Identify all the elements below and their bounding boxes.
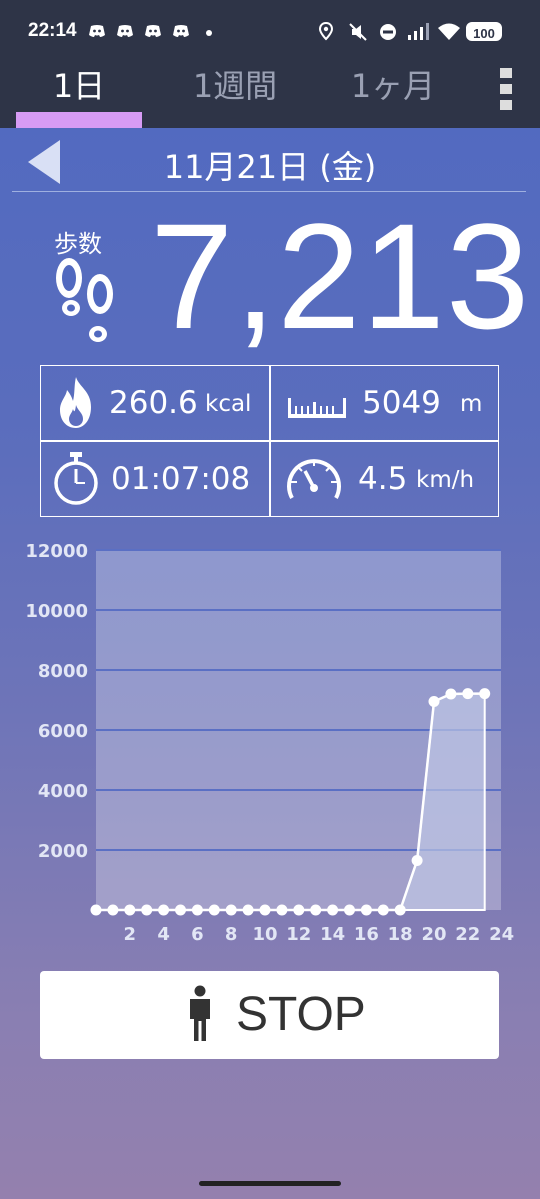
steps-label: 歩数 xyxy=(54,230,102,258)
chart-data-point xyxy=(445,688,457,700)
chart-data-point xyxy=(462,688,474,700)
speed-unit: km/h xyxy=(416,467,475,493)
tab-month[interactable]: 1ヶ月 xyxy=(328,66,458,124)
y-tick-label: 2000 xyxy=(38,841,88,862)
chart-data-point xyxy=(141,904,153,916)
chart-data-point xyxy=(208,904,220,916)
current-date: 11月21日 (金) xyxy=(163,148,377,186)
status-bar: 22:14 100 xyxy=(0,0,540,64)
duration-stat: 01:07:08 xyxy=(41,442,269,516)
chart-data-point xyxy=(225,904,237,916)
speedometer-icon xyxy=(287,459,341,499)
stats-grid: 260.6 kcal 5049 m 01:07:08 4.5 km/h xyxy=(40,365,499,517)
distance-value: 5049 xyxy=(362,385,441,421)
stop-button[interactable]: STOP xyxy=(40,971,499,1059)
x-tick-label: 10 xyxy=(252,924,277,945)
distance-stat: 5049 m xyxy=(270,366,498,440)
signal-icon xyxy=(408,23,429,40)
hourly-steps-chart: 120001000080006000400020002 4 6 8 10 12 14 16 18… xyxy=(25,541,514,945)
y-tick-label: 8000 xyxy=(38,661,88,682)
steps-value: 7,213 xyxy=(150,192,531,360)
chart-data-point xyxy=(107,904,119,916)
discord-icon xyxy=(117,25,133,37)
x-tick-label: 16 xyxy=(354,924,379,945)
x-tick-label: 12 xyxy=(286,924,311,945)
calories-unit: kcal xyxy=(205,391,252,417)
calories-stat: 260.6 kcal xyxy=(41,366,269,440)
overflow-menu-icon[interactable] xyxy=(496,64,520,124)
x-tick-label: 20 xyxy=(421,924,446,945)
chart-data-point xyxy=(344,904,355,916)
mute-vibrate-icon xyxy=(349,23,367,41)
ruler-icon xyxy=(288,398,346,418)
x-tick-label: 4 xyxy=(157,924,170,945)
tab-week[interactable]: 1週間 xyxy=(170,66,300,124)
chart-data-point xyxy=(293,904,305,916)
wifi-icon xyxy=(438,23,460,40)
location-icon xyxy=(318,21,334,41)
more-notifications-dot xyxy=(206,30,212,36)
footprints-icon xyxy=(56,258,113,342)
x-tick-label: 18 xyxy=(388,924,413,945)
y-tick-label: 10000 xyxy=(25,601,88,622)
speed-value: 4.5 xyxy=(358,461,408,497)
home-indicator xyxy=(199,1181,341,1186)
chart-data-point xyxy=(191,904,203,916)
stop-button-label: STOP xyxy=(236,988,366,1041)
chart-data-point xyxy=(479,688,491,700)
status-time: 22:14 xyxy=(28,20,77,41)
chart-data-point xyxy=(310,904,322,916)
battery-indicator: 100 xyxy=(466,22,502,41)
chart-data-point xyxy=(428,696,440,707)
chart-data-point xyxy=(327,904,339,916)
y-tick-label: 6000 xyxy=(38,721,88,742)
person-icon xyxy=(190,985,210,1041)
chart-data-point xyxy=(124,904,136,916)
chart-data-point xyxy=(259,904,271,916)
x-tick-label: 24 xyxy=(489,924,514,945)
x-tick-label: 8 xyxy=(225,924,238,945)
active-tab-indicator xyxy=(16,112,142,128)
chart-data-point xyxy=(276,904,288,916)
tab-bar: 1日 1週間 1ヶ月 xyxy=(0,64,540,128)
calories-value: 260.6 xyxy=(109,385,198,421)
chart-data-point xyxy=(175,904,186,916)
chart-data-point xyxy=(411,855,423,866)
y-tick-label: 12000 xyxy=(25,541,88,562)
chart-data-point xyxy=(377,904,389,916)
speed-stat: 4.5 km/h xyxy=(270,442,498,516)
distance-unit: m xyxy=(460,391,483,417)
x-tick-label: 6 xyxy=(191,924,204,945)
chart-data-point xyxy=(158,904,170,916)
date-navigator: 11月21日 (金) xyxy=(0,136,540,192)
chart-data-point xyxy=(360,904,372,916)
do-not-disturb-icon xyxy=(380,24,396,40)
discord-icon xyxy=(89,25,105,37)
discord-icon xyxy=(145,25,161,37)
x-tick-label: 22 xyxy=(455,924,480,945)
chart-data-point xyxy=(394,904,406,916)
fire-icon xyxy=(60,377,91,428)
y-tick-label: 4000 xyxy=(38,781,88,802)
x-tick-label: 14 xyxy=(320,924,345,945)
stopwatch-icon xyxy=(54,452,98,505)
chart-data-point xyxy=(90,904,102,916)
discord-icon xyxy=(173,25,189,37)
chart-data-point xyxy=(242,904,254,916)
x-tick-label: 2 xyxy=(124,924,137,945)
duration-value: 01:07:08 xyxy=(111,461,251,497)
